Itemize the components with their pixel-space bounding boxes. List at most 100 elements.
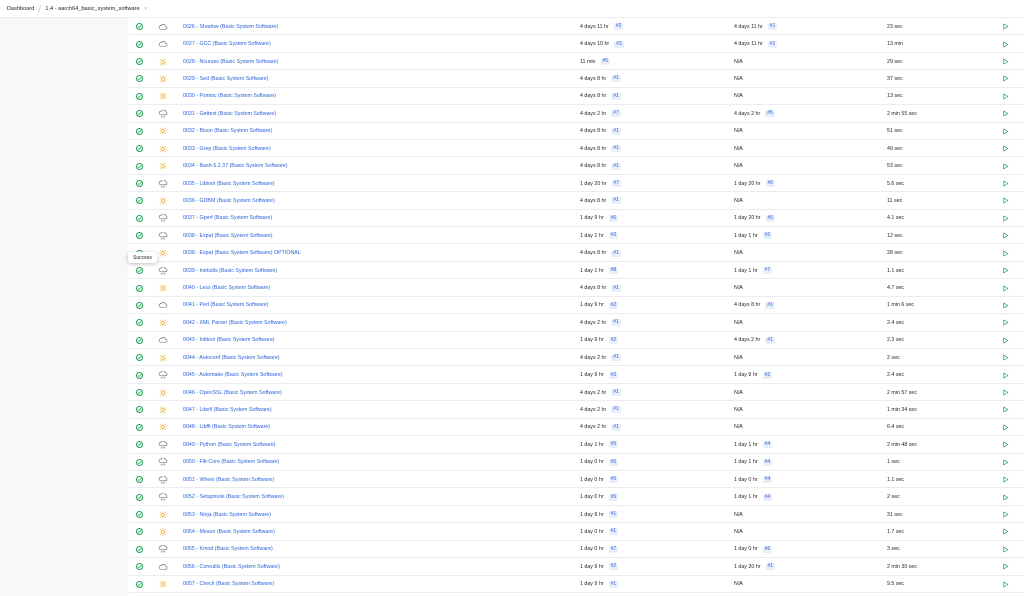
play-icon[interactable] [1002,389,1009,396]
success-status-icon[interactable] [136,563,143,571]
build-number-badge[interactable]: #4 [762,441,773,449]
success-status-icon[interactable] [136,145,143,153]
build-number-badge[interactable]: #5 [765,110,775,118]
success-status-icon[interactable] [136,110,143,118]
rainy-icon[interactable] [158,440,168,449]
success-status-icon[interactable] [136,441,143,449]
build-number-badge[interactable]: #1 [611,284,621,292]
build-number-badge[interactable]: #6 [765,180,776,187]
job-link[interactable]: 0038 - Expat (Basic System Software) OPT… [183,250,301,256]
job-link[interactable]: 0032 - Bison (Basic System Software) [183,128,272,134]
sunny-icon[interactable] [158,406,168,414]
sunny-icon[interactable] [158,249,168,257]
job-link[interactable]: 0057 - Check (Basic System Software) [183,581,274,587]
cloudy-icon[interactable] [158,301,168,309]
success-status-icon[interactable] [136,127,143,135]
play-icon[interactable] [1002,581,1009,588]
job-link[interactable]: 0036 - GDBM (Basic System Software) [183,198,275,204]
job-link[interactable]: 0039 - Inetutils (Basic System Software) [183,268,277,274]
rainy-icon[interactable] [158,371,168,379]
chevron-right-icon[interactable]: › [145,6,147,12]
success-status-icon[interactable] [136,319,143,327]
job-link[interactable]: 0050 - Flit-Core (Basic System Software) [183,459,279,465]
build-number-badge[interactable]: #1 [611,319,621,327]
sunny-icon[interactable] [158,57,168,66]
sunny-icon[interactable] [158,127,168,136]
success-status-icon[interactable] [136,75,143,83]
play-icon[interactable] [1002,406,1009,413]
success-status-icon[interactable] [136,528,143,536]
success-status-icon[interactable] [136,180,143,187]
build-number-badge[interactable]: #6 [608,214,619,222]
play-icon[interactable] [1002,197,1009,204]
success-status-icon[interactable] [136,458,143,466]
job-link[interactable]: 0034 - Bash-5.2.37 (Basic System Softwar… [183,163,288,169]
success-status-icon[interactable] [136,162,143,170]
job-link[interactable]: 0040 - Less (Basic System Software) [183,285,270,291]
build-number-badge[interactable]: #1 [765,336,775,344]
job-link[interactable]: 0033 - Grep (Basic System Software) [183,146,271,152]
rainy-icon[interactable] [158,493,168,501]
play-icon[interactable] [1002,145,1009,152]
job-link[interactable]: 0031 - Gettext (Basic System Software) [183,111,276,117]
build-number-badge[interactable]: #2 [608,563,619,571]
success-status-icon[interactable] [136,580,143,588]
job-link[interactable]: 0030 - Psmisc (Basic System Software) [183,93,276,99]
sunny-icon[interactable] [158,197,168,205]
play-icon[interactable] [1002,372,1009,379]
rainy-icon[interactable] [158,179,168,188]
build-number-badge[interactable]: #6 [762,545,773,553]
build-number-badge[interactable]: #1 [611,92,621,100]
play-icon[interactable] [1002,528,1009,535]
play-icon[interactable] [1002,23,1009,30]
play-icon[interactable] [1002,511,1009,518]
build-number-badge[interactable]: #1 [611,197,621,205]
build-number-badge[interactable]: #3 [614,40,624,48]
sunny-icon[interactable] [158,423,168,432]
build-number-badge[interactable]: #7 [608,545,619,553]
build-number-badge[interactable]: #1 [611,162,621,170]
play-icon[interactable] [1002,459,1009,466]
sunny-icon[interactable] [158,353,168,362]
success-status-icon[interactable] [136,301,143,309]
success-status-icon[interactable] [136,40,143,48]
build-number-badge[interactable]: #2 [613,23,624,31]
build-number-badge[interactable]: #1 [767,40,778,48]
play-icon[interactable] [1002,58,1009,65]
success-status-icon[interactable] [136,371,143,379]
rainy-icon[interactable] [158,109,168,118]
success-status-icon[interactable] [136,92,143,100]
rainy-icon[interactable] [158,266,168,275]
play-icon[interactable] [1002,424,1009,431]
cloudy-icon[interactable] [158,563,168,571]
build-number-badge[interactable]: #7 [762,267,773,275]
play-icon[interactable] [1002,337,1009,344]
job-link[interactable]: 0052 - Setuptools (Basic System Software… [183,494,284,500]
sunny-icon[interactable] [158,144,168,153]
play-icon[interactable] [1002,250,1009,257]
build-number-badge[interactable]: #5 [608,476,619,484]
build-number-badge[interactable]: #1 [611,406,621,414]
cloudy-icon[interactable] [158,40,168,48]
rainy-icon[interactable] [158,231,168,240]
job-link[interactable]: 0043 - Intltool (Basic System Software) [183,337,275,343]
build-number-badge[interactable]: #4 [762,458,773,466]
rainy-icon[interactable] [158,458,168,466]
success-status-icon[interactable] [136,336,143,344]
build-number-badge[interactable]: #1 [611,75,621,83]
rainy-icon[interactable] [158,214,168,222]
build-number-badge[interactable]: #1 [611,249,621,257]
build-number-badge[interactable]: #1 [611,354,621,362]
build-number-badge[interactable]: #8 [608,267,619,275]
play-icon[interactable] [1002,110,1009,117]
play-icon[interactable] [1002,441,1009,448]
success-status-icon[interactable] [136,493,143,501]
rainy-icon[interactable] [158,545,168,553]
build-number-badge[interactable]: #2 [762,232,773,240]
play-icon[interactable] [1002,163,1009,170]
sunny-icon[interactable] [158,162,168,170]
build-number-badge[interactable]: #1 [611,127,621,135]
build-number-badge[interactable]: #1 [611,423,621,431]
build-number-badge[interactable]: #1 [611,389,621,397]
build-number-badge[interactable]: #2 [608,336,619,344]
